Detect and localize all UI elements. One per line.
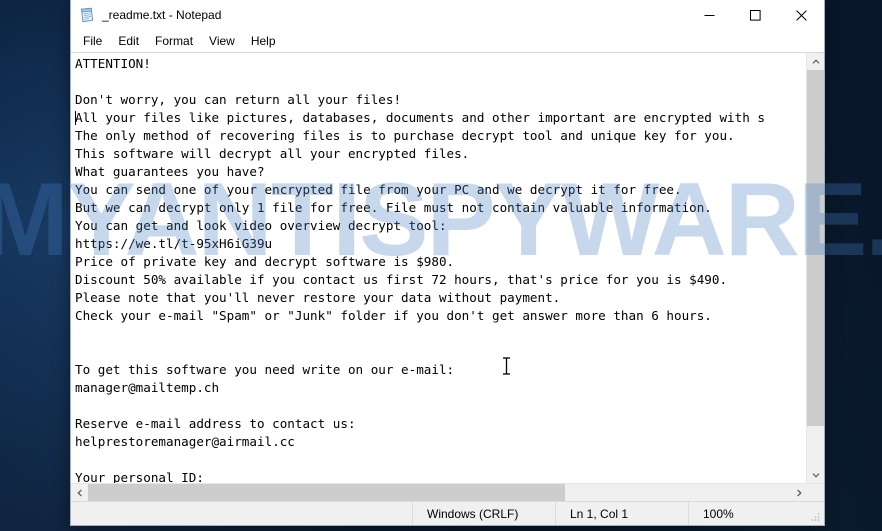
maximize-icon: [749, 9, 761, 21]
status-encoding: Windows (CRLF): [412, 502, 555, 525]
close-icon: [795, 9, 807, 21]
horizontal-scroll-thumb[interactable]: [88, 484, 566, 501]
menu-item-file[interactable]: File: [75, 32, 110, 50]
document-text: ATTENTION! Don't worry, you can return a…: [75, 56, 765, 483]
vertical-scroll-track[interactable]: [807, 70, 824, 466]
chevron-down-icon: [812, 472, 819, 478]
notepad-window: _readme.txt - Notepad File Edit Format V…: [70, 0, 825, 526]
scroll-up-button[interactable]: [807, 53, 824, 70]
minimize-button[interactable]: [686, 0, 732, 30]
notepad-icon: [79, 7, 95, 23]
menu-item-view[interactable]: View: [201, 32, 243, 50]
editor-row: ATTENTION! Don't worry, you can return a…: [71, 53, 824, 483]
horizontal-scroll-track[interactable]: [88, 484, 790, 501]
scroll-left-button[interactable]: [71, 484, 88, 501]
menu-item-edit[interactable]: Edit: [110, 32, 147, 50]
maximize-button[interactable]: [732, 0, 778, 30]
title-bar[interactable]: _readme.txt - Notepad: [71, 0, 824, 30]
vertical-scrollbar[interactable]: [806, 53, 824, 483]
minimize-icon: [704, 14, 714, 16]
chevron-right-icon: [796, 489, 802, 496]
close-button[interactable]: [778, 0, 824, 30]
text-editor[interactable]: ATTENTION! Don't worry, you can return a…: [71, 53, 806, 483]
resize-grip-icon[interactable]: [803, 502, 824, 525]
menu-bar: File Edit Format View Help: [71, 30, 824, 52]
window-title: _readme.txt - Notepad: [102, 8, 222, 22]
text-caret: [75, 111, 76, 125]
chevron-left-icon: [76, 489, 82, 496]
scrollbar-corner: [807, 484, 824, 501]
status-zoom-level: 100%: [688, 502, 803, 525]
menu-item-format[interactable]: Format: [147, 32, 201, 50]
chevron-up-icon: [812, 58, 819, 64]
scroll-right-button[interactable]: [790, 484, 807, 501]
status-cursor-position: Ln 1, Col 1: [555, 502, 688, 525]
scroll-down-button[interactable]: [807, 466, 824, 483]
window-controls: [686, 0, 824, 30]
vertical-scroll-thumb[interactable]: [807, 70, 824, 427]
status-bar-spacer: [71, 502, 412, 525]
horizontal-scrollbar[interactable]: [71, 483, 824, 501]
menu-item-help[interactable]: Help: [243, 32, 284, 50]
status-bar: Windows (CRLF) Ln 1, Col 1 100%: [71, 501, 824, 525]
title-bar-left: _readme.txt - Notepad: [71, 7, 686, 23]
editor-region: ATTENTION! Don't worry, you can return a…: [71, 52, 824, 501]
